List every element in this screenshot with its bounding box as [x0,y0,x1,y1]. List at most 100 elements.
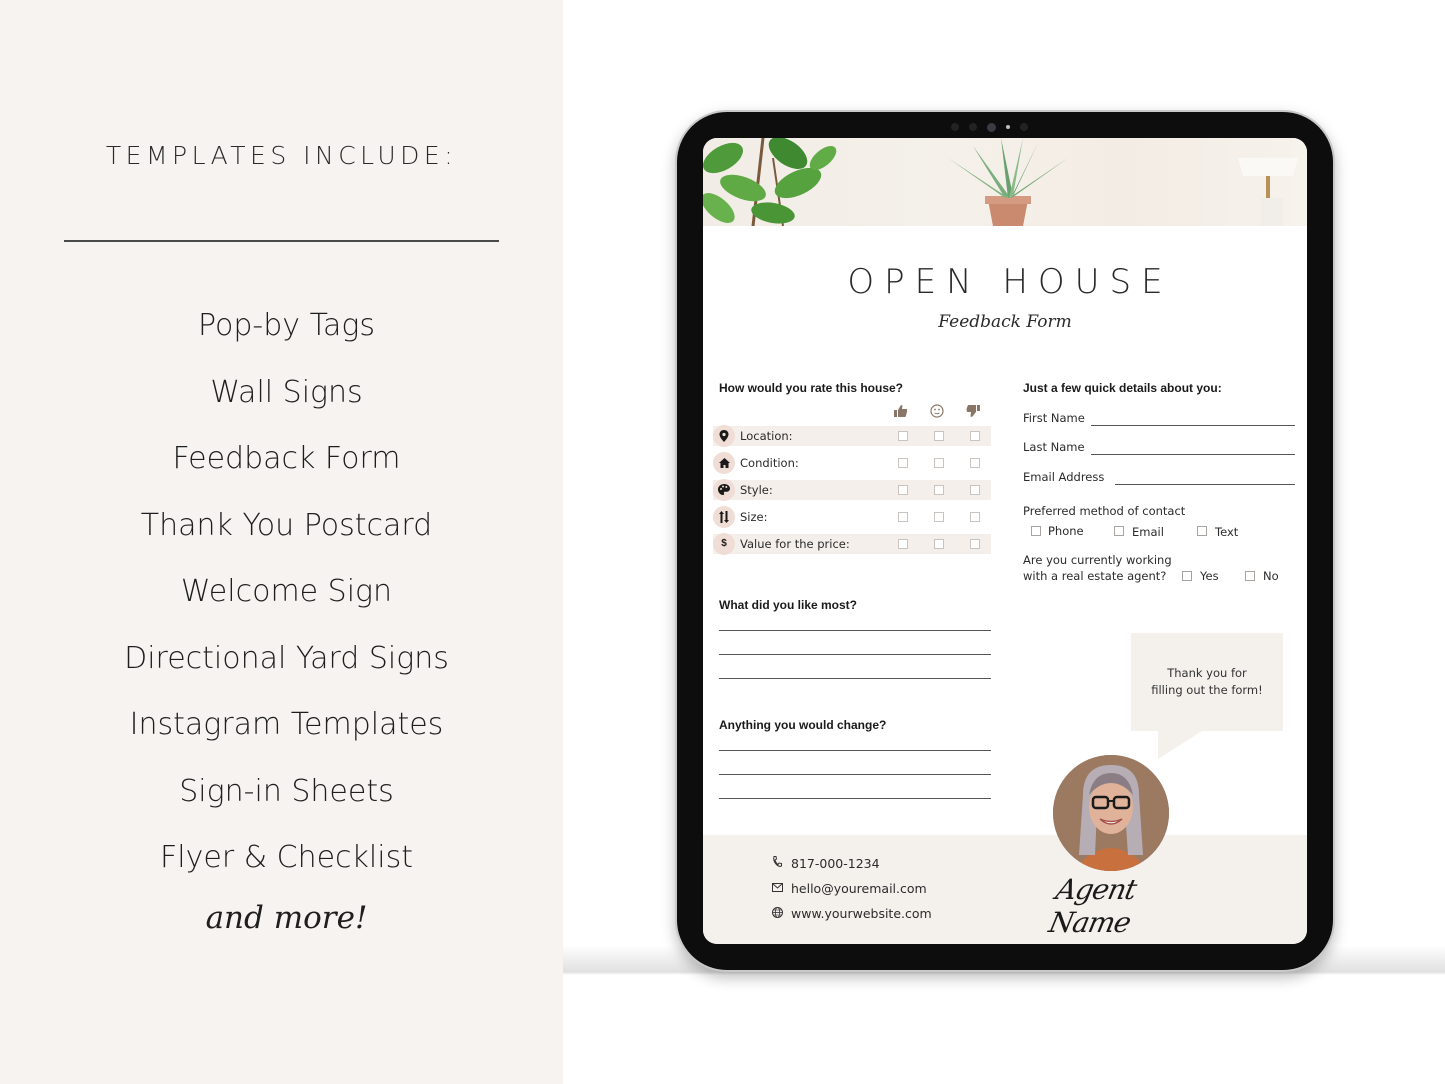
would-change-heading: Anything you would change? [719,718,887,732]
template-item: Directional Yard Signs [124,640,449,676]
agent-question-line1: Are you currently working [1023,553,1172,567]
bubble-tail [1158,731,1202,759]
and-more-text: and more! [205,900,368,936]
would-change-line[interactable] [719,774,991,775]
templates-panel: TEMPLATES INCLUDE: Pop-by Tags Wall Sign… [0,0,563,1084]
rating-row-condition: Condition: [713,452,991,474]
details-heading: Just a few quick details about you: [1023,381,1222,395]
rating-label: Value for the price: [740,537,850,551]
liked-most-heading: What did you like most? [719,598,858,612]
rating-label: Size: [740,510,768,524]
no-checkbox[interactable] [1245,571,1255,581]
phone-checkbox[interactable] [1031,526,1041,536]
thank-you-bubble: Thank you for filling out the form! [1131,633,1283,731]
website-url: www.yourwebsite.com [791,906,932,921]
sensor-icon [950,123,959,131]
rating-checkbox-good[interactable] [898,431,908,441]
hero-photo [703,138,1307,226]
rating-row-value: $ Value for the price: [713,533,991,555]
contact-method-label: Preferred method of contact [1023,504,1186,518]
email-checkbox[interactable] [1114,526,1124,536]
template-item: Wall Signs [210,374,363,410]
rating-row-location: Location: [713,425,991,447]
email-label: Email Address [1023,470,1105,484]
last-name-field[interactable] [1091,454,1295,455]
liked-most-line[interactable] [719,678,991,679]
neutral-face-icon [929,404,945,420]
agent-avatar [1053,755,1169,871]
rating-checkbox-neutral[interactable] [934,431,944,441]
rating-row-size: Size: [713,506,991,528]
globe-icon [771,906,783,921]
thank-you-line2: filling out the form! [1151,683,1263,697]
rating-checkbox-neutral[interactable] [934,458,944,468]
email-address: hello@youremail.com [791,881,927,896]
sort-arrows-icon [713,506,735,528]
would-change-line[interactable] [719,750,991,751]
sensor-icon [1019,123,1028,131]
rating-checkbox-good[interactable] [898,539,908,549]
form-subtitle: Feedback Form [938,312,1072,332]
heading-divider [64,240,499,242]
text-option-label: Text [1215,525,1239,539]
rating-checkbox-neutral[interactable] [934,485,944,495]
aloe-plant-icon [948,138,1068,226]
rating-checkbox-good[interactable] [898,458,908,468]
rating-checkbox-bad[interactable] [970,485,980,495]
thumbs-down-icon [965,404,981,420]
would-change-line[interactable] [719,798,991,799]
contact-footer: 817-000-1234 hello@youremail.com www.you… [703,835,1307,944]
home-icon [713,452,735,474]
rating-checkbox-bad[interactable] [970,512,980,522]
rating-checkbox-neutral[interactable] [934,539,944,549]
phone-row: 817-000-1234 [771,856,880,871]
camera-bar [939,120,1039,134]
palette-icon [713,479,735,501]
thank-you-line1: Thank you for [1167,666,1247,680]
agent-signature: Agent Name [1045,873,1140,939]
form-title: OPEN HOUSE [847,262,1173,302]
template-item: Instagram Templates [129,707,444,742]
phone-icon [771,856,783,871]
liked-most-line[interactable] [719,630,991,631]
last-name-label: Last Name [1023,440,1085,454]
liked-most-line[interactable] [719,654,991,655]
email-row: hello@youremail.com [771,881,927,896]
template-item: Flyer & Checklist [160,840,413,875]
first-name-field[interactable] [1091,425,1295,426]
rating-checkbox-good[interactable] [898,512,908,522]
lamp-icon [1238,158,1298,226]
camera-lens-icon [986,122,996,132]
fiddle-leaf-plant-icon [703,138,837,226]
email-option-label: Email [1132,525,1164,539]
templates-heading: TEMPLATES INCLUDE: [105,141,458,170]
rating-label: Location: [740,429,793,443]
mail-icon [771,882,783,895]
tablet-device: OPEN HOUSE Feedback Form How would you r… [675,110,1335,972]
templates-list: Pop-by Tags Wall Signs Feedback Form Tha… [0,300,573,899]
rating-checkbox-bad[interactable] [970,539,980,549]
yes-option-label: Yes [1200,569,1219,583]
email-field[interactable] [1115,484,1295,485]
tablet-screen: OPEN HOUSE Feedback Form How would you r… [703,138,1307,944]
agent-question-line2: with a real estate agent? [1023,569,1167,583]
led-icon [1005,125,1010,129]
yes-checkbox[interactable] [1182,571,1192,581]
dollar-icon: $ [713,533,735,555]
no-option-label: No [1263,569,1279,583]
rating-checkbox-bad[interactable] [970,458,980,468]
first-name-label: First Name [1023,411,1085,425]
rating-row-style: Style: [713,479,991,501]
template-item: Welcome Sign [180,574,393,609]
rating-label: Style: [740,483,773,497]
rating-checkbox-bad[interactable] [970,431,980,441]
rating-heading: How would you rate this house? [719,381,904,395]
template-item: Sign-in Sheets [179,773,394,809]
phone-number: 817-000-1234 [791,856,880,871]
rating-checkbox-good[interactable] [898,485,908,495]
map-pin-icon [713,425,735,447]
rating-column-icons [888,404,998,420]
rating-checkbox-neutral[interactable] [934,512,944,522]
text-checkbox[interactable] [1197,526,1207,536]
template-item: Thank You Postcard [140,507,433,543]
